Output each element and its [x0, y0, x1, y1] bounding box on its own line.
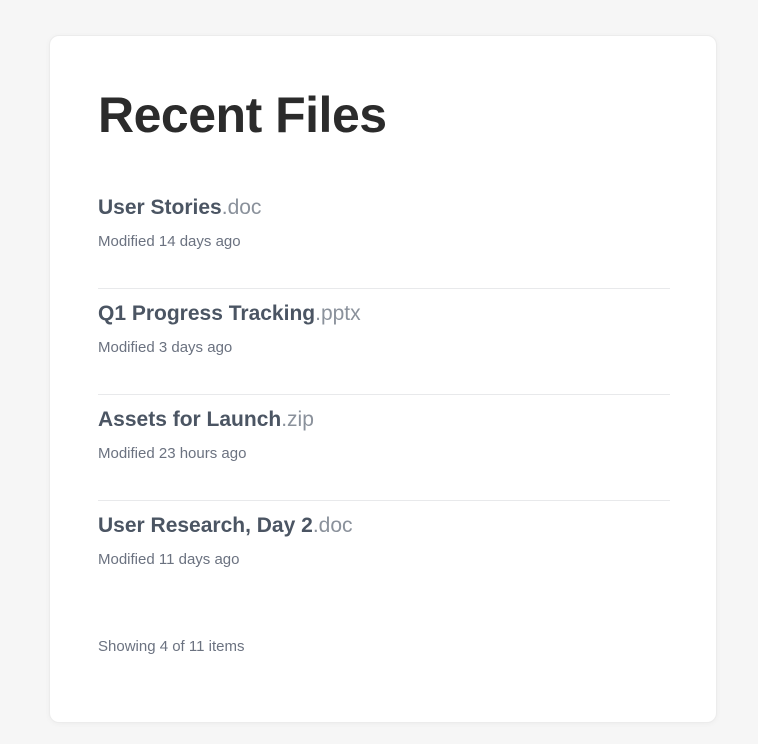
file-name[interactable]: User Stories.doc — [98, 195, 261, 221]
file-modified: Modified 11 days ago — [98, 551, 240, 568]
file-name[interactable]: User Research, Day 2.doc — [98, 513, 353, 539]
page-title: Recent Files — [98, 87, 387, 143]
recent-files-card: Recent Files User Stories.doc Modified 1… — [49, 35, 717, 723]
list-item[interactable]: Assets for Launch.zip Modified 23 hours … — [98, 395, 670, 501]
file-extension: .zip — [281, 408, 314, 431]
list-item[interactable]: Q1 Progress Tracking.pptx Modified 3 day… — [98, 289, 670, 395]
file-name[interactable]: Q1 Progress Tracking.pptx — [98, 301, 361, 327]
file-extension: .pptx — [315, 302, 361, 325]
pagination-status: Showing 4 of 11 items — [98, 638, 245, 655]
file-modified: Modified 23 hours ago — [98, 445, 247, 462]
file-extension: .doc — [221, 196, 262, 219]
list-item[interactable]: User Stories.doc Modified 14 days ago — [98, 183, 670, 289]
file-extension: .doc — [312, 514, 353, 537]
file-modified: Modified 3 days ago — [98, 339, 233, 356]
file-modified: Modified 14 days ago — [98, 233, 241, 250]
file-basename: Assets for Launch — [98, 408, 282, 431]
file-list: User Stories.doc Modified 14 days ago Q1… — [98, 183, 670, 607]
list-item[interactable]: User Research, Day 2.doc Modified 11 day… — [98, 501, 670, 607]
file-basename: User Stories — [98, 196, 222, 219]
file-basename: User Research, Day 2 — [98, 514, 313, 537]
file-basename: Q1 Progress Tracking — [98, 302, 316, 325]
file-name[interactable]: Assets for Launch.zip — [98, 407, 314, 433]
